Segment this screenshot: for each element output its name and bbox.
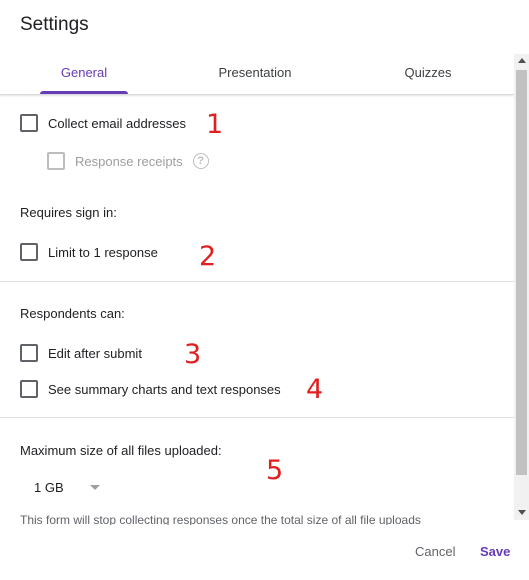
tab-general[interactable]: General: [40, 54, 128, 94]
annotation-5: 5: [266, 455, 284, 486]
tab-bar: General Presentation Quizzes: [0, 54, 514, 95]
requires-sign-in-heading: Requires sign in:: [20, 205, 117, 220]
scroll-up-arrow-icon[interactable]: [518, 58, 526, 63]
dialog-footer: Cancel Save: [0, 525, 529, 580]
annotation-4: 4: [306, 374, 324, 405]
edit-after-submit-label: Edit after submit: [48, 345, 142, 361]
collect-email-label: Collect email addresses: [48, 115, 187, 131]
question-circle-icon[interactable]: ?: [192, 153, 209, 169]
annotation-1: 1: [206, 109, 224, 140]
response-receipts-row: Response receipts ?: [47, 151, 209, 171]
save-button[interactable]: Save: [480, 544, 510, 559]
see-summary-row[interactable]: See summary charts and text responses: [20, 379, 281, 399]
max-upload-size-value: 1 GB: [34, 480, 64, 495]
section-divider: [0, 281, 514, 282]
dialog-title: Settings: [20, 14, 89, 35]
tab-presentation[interactable]: Presentation: [205, 54, 305, 94]
annotation-3: 3: [184, 339, 202, 370]
max-upload-size-select[interactable]: 1 GB: [34, 480, 100, 495]
limit-one-response-row[interactable]: Limit to 1 response: [20, 242, 158, 262]
limit-one-response-checkbox[interactable]: [20, 243, 38, 261]
collect-email-checkbox[interactable]: [20, 114, 38, 132]
collect-email-row[interactable]: Collect email addresses: [20, 113, 186, 133]
scrollbar-thumb[interactable]: [516, 70, 527, 475]
respondents-can-heading: Respondents can:: [20, 306, 125, 321]
tab-quizzes[interactable]: Quizzes: [388, 54, 468, 94]
caret-down-icon: [89, 485, 100, 490]
cancel-button[interactable]: Cancel: [415, 544, 455, 559]
scrollbar[interactable]: [514, 54, 529, 520]
active-tab-indicator: [40, 91, 128, 94]
annotation-2: 2: [199, 241, 217, 272]
section-divider: [0, 417, 514, 418]
see-summary-checkbox[interactable]: [20, 380, 38, 398]
edit-after-submit-row[interactable]: Edit after submit: [20, 343, 142, 363]
general-settings-panel: Collect email addresses Response receipt…: [0, 95, 514, 525]
response-receipts-label: Response receipts: [75, 153, 183, 169]
scroll-down-arrow-icon[interactable]: [518, 510, 526, 515]
max-upload-hint: This form will stop collecting responses…: [20, 513, 421, 525]
max-upload-heading: Maximum size of all files uploaded:: [20, 443, 222, 458]
edit-after-submit-checkbox[interactable]: [20, 344, 38, 362]
response-receipts-checkbox: [47, 152, 65, 170]
limit-one-response-label: Limit to 1 response: [48, 244, 158, 260]
see-summary-label: See summary charts and text responses: [48, 381, 281, 397]
settings-dialog: Settings General Presentation Quizzes Co…: [0, 0, 529, 580]
